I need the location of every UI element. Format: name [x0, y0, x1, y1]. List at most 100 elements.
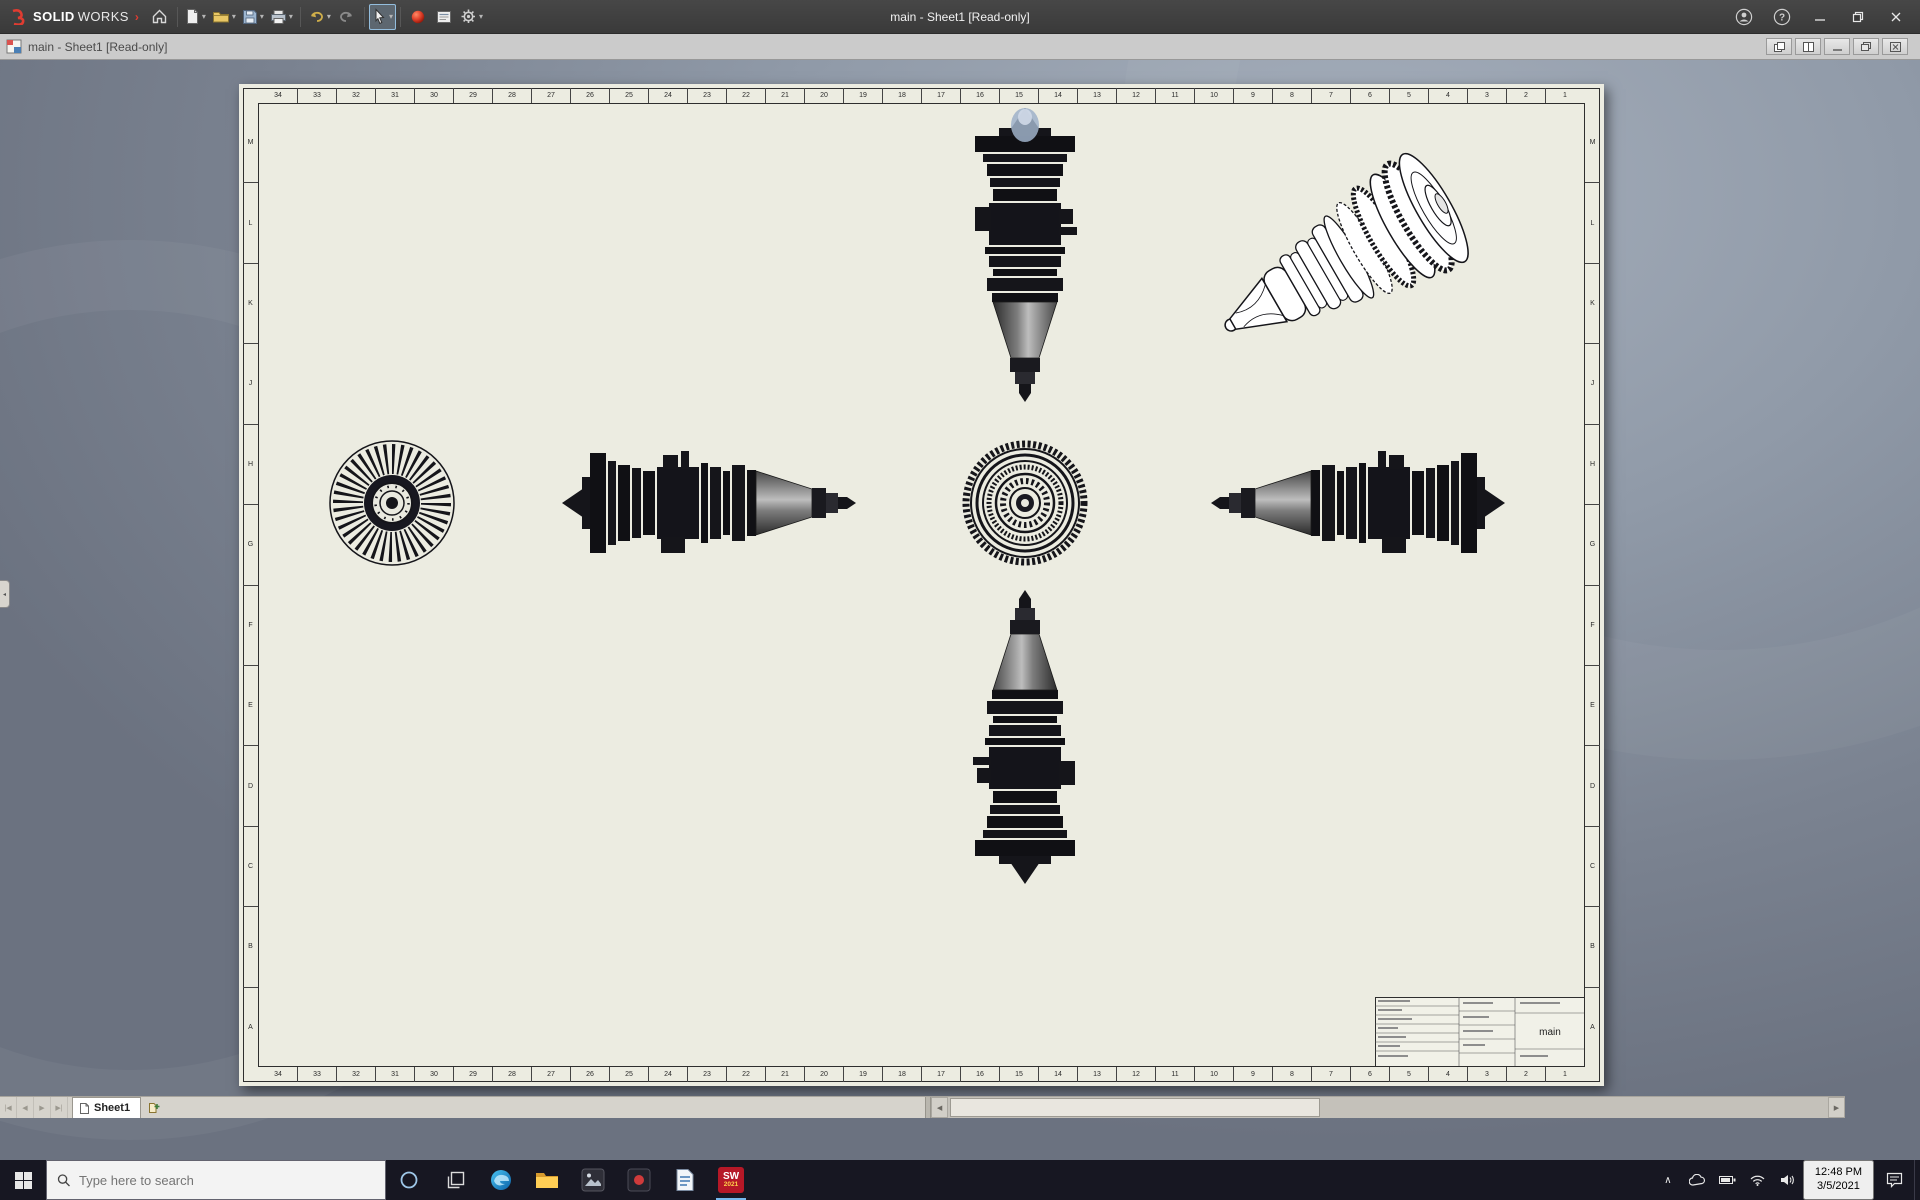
toolbar-separator [399, 6, 401, 27]
app-button-document[interactable] [662, 1160, 708, 1200]
account-button[interactable] [1726, 3, 1762, 31]
panel-flyout-handle[interactable]: ◂ [0, 580, 10, 608]
battery-icon [1719, 1176, 1736, 1184]
scroll-right-button[interactable]: ▶ [1828, 1097, 1845, 1118]
sheet-nav-next-button[interactable]: ▶ [34, 1097, 51, 1118]
properties-button[interactable] [431, 4, 457, 30]
tab-sheet1[interactable]: Sheet1 [72, 1097, 142, 1118]
undo-button[interactable]: ▾ [305, 4, 334, 30]
add-sheet-button[interactable] [141, 1097, 167, 1118]
app-button-photos[interactable] [570, 1160, 616, 1200]
application-window: SOLID WORKS › ▾ ▾ ▾ ▾ ▾ ▾ ▾ main - Sheet… [0, 0, 1920, 1200]
help-button[interactable]: ? [1764, 3, 1800, 31]
doc-minimize-button[interactable] [1824, 38, 1850, 55]
horizontal-scrollbar[interactable]: ◀ ▶ [931, 1097, 1845, 1118]
show-hidden-icons-button[interactable]: ∧ [1653, 1160, 1683, 1200]
cortana-button[interactable] [386, 1160, 432, 1200]
taskbar-search[interactable] [46, 1160, 386, 1200]
doc-tile-button[interactable] [1795, 38, 1821, 55]
window-title: main - Sheet1 [Read-only] [890, 9, 1030, 24]
title-bar: SOLID WORKS › ▾ ▾ ▾ ▾ ▾ ▾ ▾ main - Sheet… [0, 0, 1920, 34]
solidworks-app-badge: 2021 [723, 1180, 739, 1188]
select-tool-button[interactable]: ▾ [368, 3, 396, 30]
doc-restore-icon [1860, 41, 1871, 51]
open-folder-icon [212, 12, 229, 23]
caret-down-icon[interactable]: ▾ [479, 12, 483, 21]
new-document-icon [186, 9, 198, 24]
app-button-recorder[interactable] [616, 1160, 662, 1200]
doc-close-icon [1889, 41, 1901, 52]
home-button[interactable] [147, 4, 173, 30]
tray-volume-button[interactable] [1773, 1160, 1803, 1200]
task-view-icon [447, 1171, 464, 1188]
doc-cascade-button[interactable] [1766, 38, 1792, 55]
restore-icon [1852, 11, 1864, 22]
caret-down-icon[interactable]: ▾ [260, 12, 264, 21]
task-view-button[interactable] [432, 1160, 478, 1200]
caret-down-icon[interactable]: ▾ [232, 12, 236, 21]
tray-cloud-button[interactable] [1683, 1160, 1713, 1200]
graphics-area[interactable]: 34 33 32 31 30 29 28 27 26 25 24 23 22 21 20 19 18 17 16 15… [0, 60, 1920, 1160]
drawing-sheet[interactable]: 34 33 32 31 30 29 28 27 26 25 24 23 22 21 20 19 18 17 16 15… [239, 84, 1604, 1086]
ds-logo-icon [12, 8, 25, 25]
view-top[interactable] [974, 107, 1078, 403]
cascade-icon [1773, 41, 1785, 52]
sheet-nav-last-button[interactable]: ▶| [51, 1097, 68, 1118]
view-isometric[interactable] [1195, 146, 1480, 382]
caret-down-icon[interactable]: ▾ [327, 12, 331, 21]
caret-down-icon[interactable]: ▾ [389, 12, 393, 21]
wifi-icon [1750, 1175, 1765, 1186]
solidworks-taskbar-button[interactable]: SW 2021 [708, 1160, 754, 1200]
drawing-file-icon [6, 39, 22, 54]
options-button[interactable]: ▾ [457, 4, 486, 30]
close-button[interactable] [1878, 3, 1914, 31]
search-input[interactable] [78, 1172, 375, 1188]
recorder-app-icon [627, 1168, 651, 1192]
tray-network-button[interactable] [1743, 1160, 1773, 1200]
toolbar-separator [363, 6, 365, 27]
close-icon [1891, 12, 1901, 21]
doc-close-button[interactable] [1882, 38, 1908, 55]
user-icon [1735, 8, 1753, 25]
brand-text-works: WORKS [77, 9, 129, 24]
edge-button[interactable] [478, 1160, 524, 1200]
maximize-button[interactable] [1840, 3, 1876, 31]
open-button[interactable]: ▾ [209, 4, 239, 30]
view-front[interactable] [330, 441, 454, 565]
new-document-button[interactable]: ▾ [182, 4, 209, 30]
sheet-nav-first-button[interactable]: |◀ [0, 1097, 17, 1118]
tray-battery-button[interactable] [1713, 1160, 1743, 1200]
xpress-products-button[interactable] [405, 4, 431, 30]
doc-restore-button[interactable] [1853, 38, 1879, 55]
brand-flyout-arrow[interactable]: › [135, 10, 139, 24]
scrollbar-thumb[interactable] [950, 1098, 1320, 1117]
sheet-icon [80, 1102, 89, 1114]
scrollbar-track[interactable] [948, 1097, 1828, 1118]
file-explorer-button[interactable] [524, 1160, 570, 1200]
scroll-left-button[interactable]: ◀ [931, 1097, 949, 1118]
caret-down-icon[interactable]: ▾ [289, 12, 293, 21]
folder-icon [536, 1173, 558, 1188]
view-side-right[interactable] [1210, 450, 1506, 554]
clock-time: 12:48 PM [1814, 1166, 1862, 1179]
action-center-button[interactable] [1874, 1160, 1914, 1200]
print-icon [270, 9, 286, 24]
minimize-button[interactable] [1802, 3, 1838, 31]
sheet-tab-label: Sheet1 [94, 1102, 131, 1114]
view-rear[interactable] [966, 444, 1084, 562]
caret-down-icon[interactable]: ▾ [202, 12, 206, 21]
windows-logo-icon [14, 1171, 32, 1189]
view-side-left[interactable] [561, 450, 857, 554]
show-desktop-button[interactable] [1914, 1160, 1920, 1200]
save-button[interactable]: ▾ [239, 4, 267, 30]
sheet-nav-prev-button[interactable]: ◀ [17, 1097, 34, 1118]
speaker-icon [1781, 1175, 1795, 1185]
taskbar-clock[interactable]: 12:48 PM 3/5/2021 [1802, 1160, 1874, 1200]
document-bar: main - Sheet1 [Read-only] [0, 34, 1920, 60]
view-bottom[interactable] [972, 589, 1076, 885]
print-button[interactable]: ▾ [267, 4, 296, 30]
drawing-views-canvas[interactable] [239, 84, 1604, 1086]
start-button[interactable] [0, 1160, 46, 1200]
cloud-icon [1689, 1174, 1706, 1186]
redo-button[interactable] [334, 4, 360, 30]
